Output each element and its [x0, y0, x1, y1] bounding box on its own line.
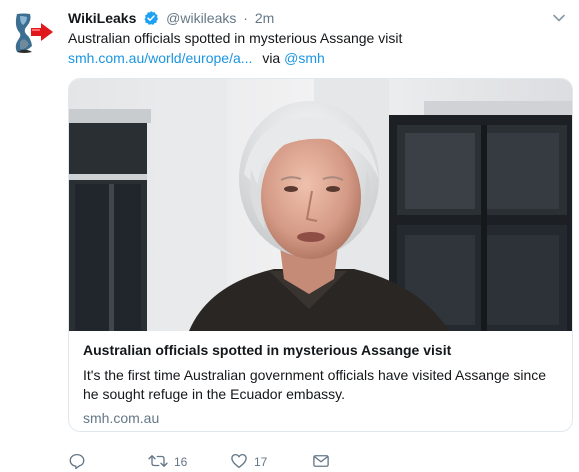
- wikileaks-hourglass-logo: [8, 8, 58, 58]
- heart-icon: [231, 453, 247, 469]
- card-image[interactable]: [69, 79, 572, 331]
- envelope-icon: [313, 455, 329, 467]
- tweet-text: Australian officials spotted in mysterio…: [68, 30, 403, 46]
- card-body: Australian officials spotted in mysterio…: [83, 341, 560, 428]
- link-preview-card[interactable]: Australian officials spotted in mysterio…: [68, 78, 573, 432]
- separator-dot: ·: [243, 10, 248, 26]
- card-description: It's the first time Australian governmen…: [83, 367, 547, 402]
- avatar[interactable]: [8, 8, 58, 58]
- like-count: 17: [254, 455, 268, 469]
- retweet-count: 16: [174, 455, 188, 469]
- card-title[interactable]: Australian officials spotted in mysterio…: [83, 341, 560, 360]
- chevron-down-icon[interactable]: [551, 10, 567, 26]
- verified-badge-icon: [143, 10, 159, 31]
- retweet-icon: [148, 455, 168, 467]
- reply-button[interactable]: [68, 452, 86, 472]
- man-speaking-at-window-photo: [69, 79, 572, 331]
- tweet-header: WikiLeaks @wikileaks · 2m: [68, 8, 549, 28]
- tweet-link-row: smh.com.au/world/europe/a... via @smh: [68, 49, 325, 68]
- retweet-button[interactable]: 16: [148, 452, 187, 472]
- author-handle[interactable]: @wikileaks: [166, 10, 236, 26]
- direct-message-button[interactable]: [312, 452, 330, 472]
- via-label: via: [262, 50, 281, 66]
- via-mention-link[interactable]: @smh: [284, 50, 325, 66]
- tweet: WikiLeaks @wikileaks · 2m Australian off…: [0, 0, 579, 470]
- like-button[interactable]: 17: [230, 452, 267, 472]
- tweet-actions: 16 17: [68, 452, 398, 472]
- reply-icon: [69, 453, 85, 470]
- tweet-link[interactable]: smh.com.au/world/europe/a...: [68, 50, 252, 66]
- card-domain: smh.com.au: [83, 410, 160, 426]
- author-name[interactable]: WikiLeaks: [68, 10, 136, 26]
- timestamp[interactable]: 2m: [255, 10, 274, 26]
